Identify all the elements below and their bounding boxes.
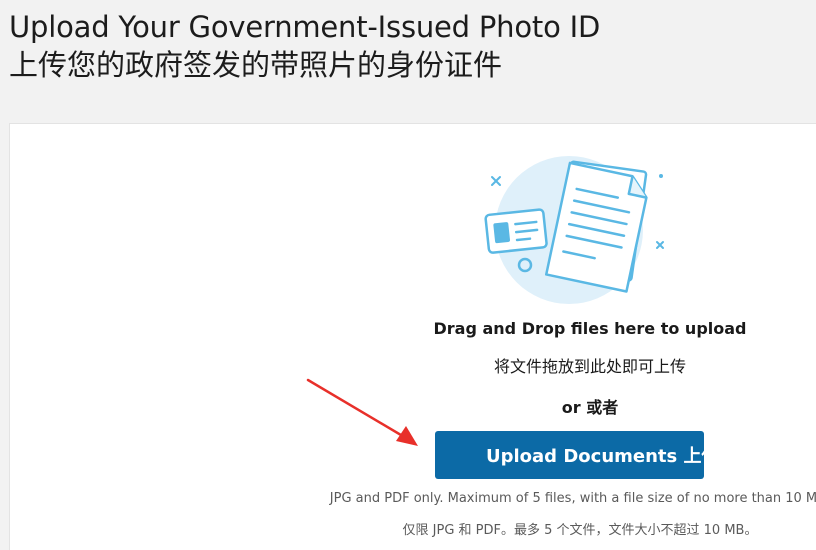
file-requirements-note-chinese: 仅限 JPG 和 PDF。最多 5 个文件，文件大小不超过 10 MB。: [402, 523, 758, 538]
file-requirements-note: JPG and PDF only. Maximum of 5 files, wi…: [329, 491, 816, 506]
drag-drop-text: Drag and Drop files here to upload: [433, 319, 747, 338]
upload-card[interactable]: Drag and Drop files here to upload 将文件拖放…: [9, 123, 816, 550]
upload-documents-button[interactable]: Upload Documents 上传文件: [435, 431, 704, 479]
page-header: Upload Your Government-Issued Photo ID 上…: [9, 8, 809, 84]
document-upload-illustration-icon: [484, 156, 664, 304]
page-title-chinese: 上传您的政府签发的带照片的身份证件: [9, 48, 503, 82]
red-arrow-icon: [306, 378, 418, 446]
page-title: Upload Your Government-Issued Photo ID: [9, 10, 601, 44]
